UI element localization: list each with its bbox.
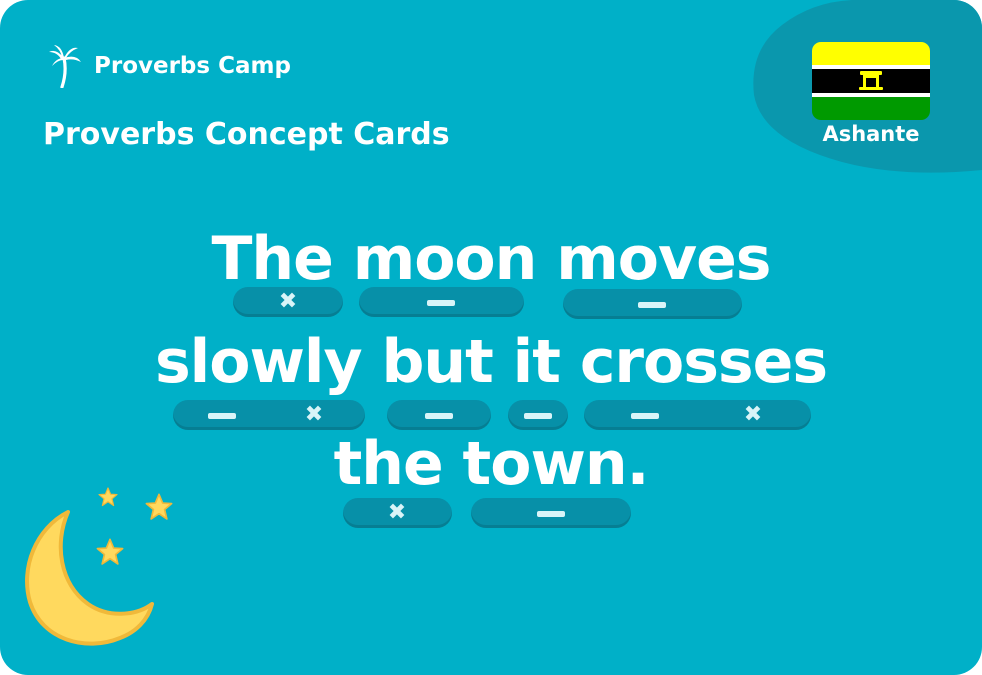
syllable-pill (563, 289, 742, 319)
syllable-pill (387, 400, 491, 430)
unstressed-mark-icon (425, 413, 453, 419)
unstressed-mark-icon (427, 300, 455, 306)
syllable-pill (508, 400, 568, 430)
unstressed-mark-icon (638, 302, 666, 308)
unstressed-mark-icon (537, 511, 565, 517)
syllable-pill: ✖ (173, 400, 365, 430)
culture-name: Ashante (822, 122, 920, 146)
star-icon (98, 487, 118, 507)
brand[interactable]: Proverbs Camp (48, 44, 291, 88)
syllable-pill: ✖ (343, 498, 452, 528)
stress-mark-icon: ✖ (278, 289, 298, 314)
syllable-pill (359, 287, 524, 317)
proverb-line-2: slowly but it crosses (154, 327, 828, 397)
unstressed-mark-icon (524, 413, 552, 419)
concept-card: Proverbs Camp Proverbs Concept Cards Ash… (0, 0, 982, 675)
syllable-pill (471, 498, 631, 528)
stress-mark-icon: ✖ (387, 500, 407, 525)
brand-name: Proverbs Camp (94, 53, 291, 79)
proverb-line-1: The moon moves (211, 224, 771, 294)
palm-tree-icon (49, 45, 81, 88)
card-title: Proverbs Concept Cards (43, 117, 450, 152)
stress-mark-icon: ✖ (304, 402, 324, 427)
unstressed-mark-icon (208, 413, 236, 419)
ashante-flag-icon (812, 42, 930, 120)
syllable-pill: ✖ (233, 287, 343, 317)
star-icon (145, 493, 173, 520)
unstressed-mark-icon (631, 413, 659, 419)
syllable-pill: ✖ (584, 400, 811, 430)
stress-mark-icon: ✖ (743, 402, 763, 427)
star-icon (96, 538, 124, 565)
